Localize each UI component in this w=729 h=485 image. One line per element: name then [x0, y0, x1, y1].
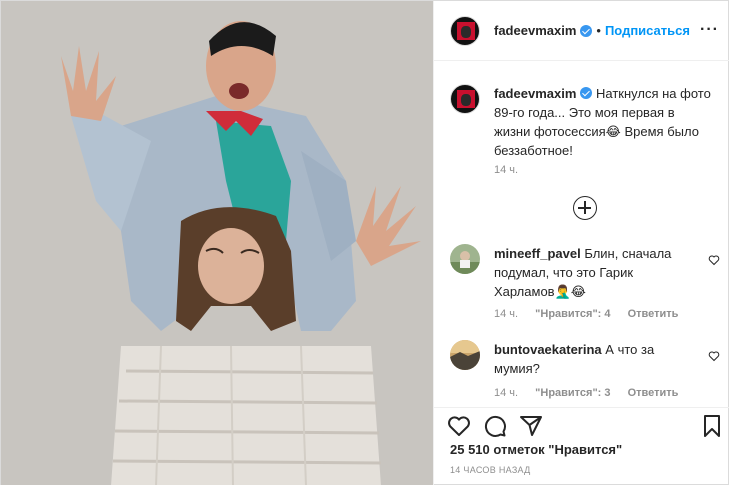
action-bar	[434, 407, 729, 447]
caption-timestamp[interactable]: 14 ч.	[494, 164, 518, 176]
comment-body: buntovaekaterina А что за мумия?	[494, 340, 694, 378]
comment-timestamp[interactable]: 14 ч.	[494, 308, 518, 320]
comment-meta: 14 ч. "Нравится": 4 Ответить	[494, 308, 692, 320]
comment-meta: 14 ч. "Нравится": 3 Ответить	[494, 387, 692, 399]
comment-username[interactable]: buntovaekaterina	[494, 342, 602, 357]
bookmark-icon[interactable]	[700, 414, 724, 438]
comment-like-heart-icon[interactable]	[708, 254, 720, 266]
comment-username[interactable]: mineeff_pavel	[494, 246, 581, 261]
caption-username[interactable]: fadeevmaxim	[494, 86, 576, 101]
verified-badge-icon	[580, 24, 593, 37]
likes-count[interactable]: 25 510 отметок "Нравится"	[450, 442, 622, 457]
author-username[interactable]: fadeevmaxim	[494, 23, 576, 38]
caption-text-block: fadeevmaxim Наткнулся на фото 89-го года…	[494, 84, 714, 160]
separator-dot: •	[596, 23, 601, 38]
comment-like-heart-icon[interactable]	[708, 350, 720, 362]
author-avatar[interactable]	[450, 15, 480, 46]
comment-item: mineeff_pavel Блин, сначала подумал, что…	[450, 244, 720, 301]
comment-body: mineeff_pavel Блин, сначала подумал, что…	[494, 244, 694, 301]
comment-timestamp[interactable]: 14 ч.	[494, 387, 518, 399]
post-sidebar: fadeevmaxim • Подписаться ··· fadeevmaxi…	[433, 1, 729, 485]
paper-plane-icon[interactable]	[519, 414, 543, 438]
instagram-post: fadeevmaxim • Подписаться ··· fadeevmaxi…	[0, 0, 729, 485]
reply-button[interactable]: Ответить	[628, 308, 679, 320]
commenter-avatar[interactable]	[450, 340, 480, 370]
photo-illustration	[1, 1, 433, 485]
reply-button[interactable]: Ответить	[628, 387, 679, 399]
plus-circle-icon[interactable]	[573, 196, 597, 220]
comment-item: buntovaekaterina А что за мумия?	[450, 340, 720, 378]
comments-section: fadeevmaxim Наткнулся на фото 89-го года…	[434, 62, 729, 407]
caption-author-avatar[interactable]	[450, 84, 480, 114]
post-photo[interactable]	[1, 1, 433, 485]
post-caption: fadeevmaxim Наткнулся на фото 89-го года…	[450, 84, 720, 160]
verified-badge-icon	[580, 87, 593, 99]
comment-icon[interactable]	[483, 414, 507, 438]
follow-button[interactable]: Подписаться	[605, 23, 690, 38]
more-options-icon[interactable]: ···	[700, 21, 719, 39]
heart-icon[interactable]	[447, 414, 471, 438]
commenter-avatar[interactable]	[450, 244, 480, 274]
comment-likes-count[interactable]: "Нравится": 4	[535, 308, 610, 320]
post-timestamp[interactable]: 14 ЧАСОВ НАЗАД	[450, 465, 531, 475]
comment-likes-count[interactable]: "Нравится": 3	[535, 387, 610, 399]
post-header: fadeevmaxim • Подписаться ···	[434, 1, 729, 61]
